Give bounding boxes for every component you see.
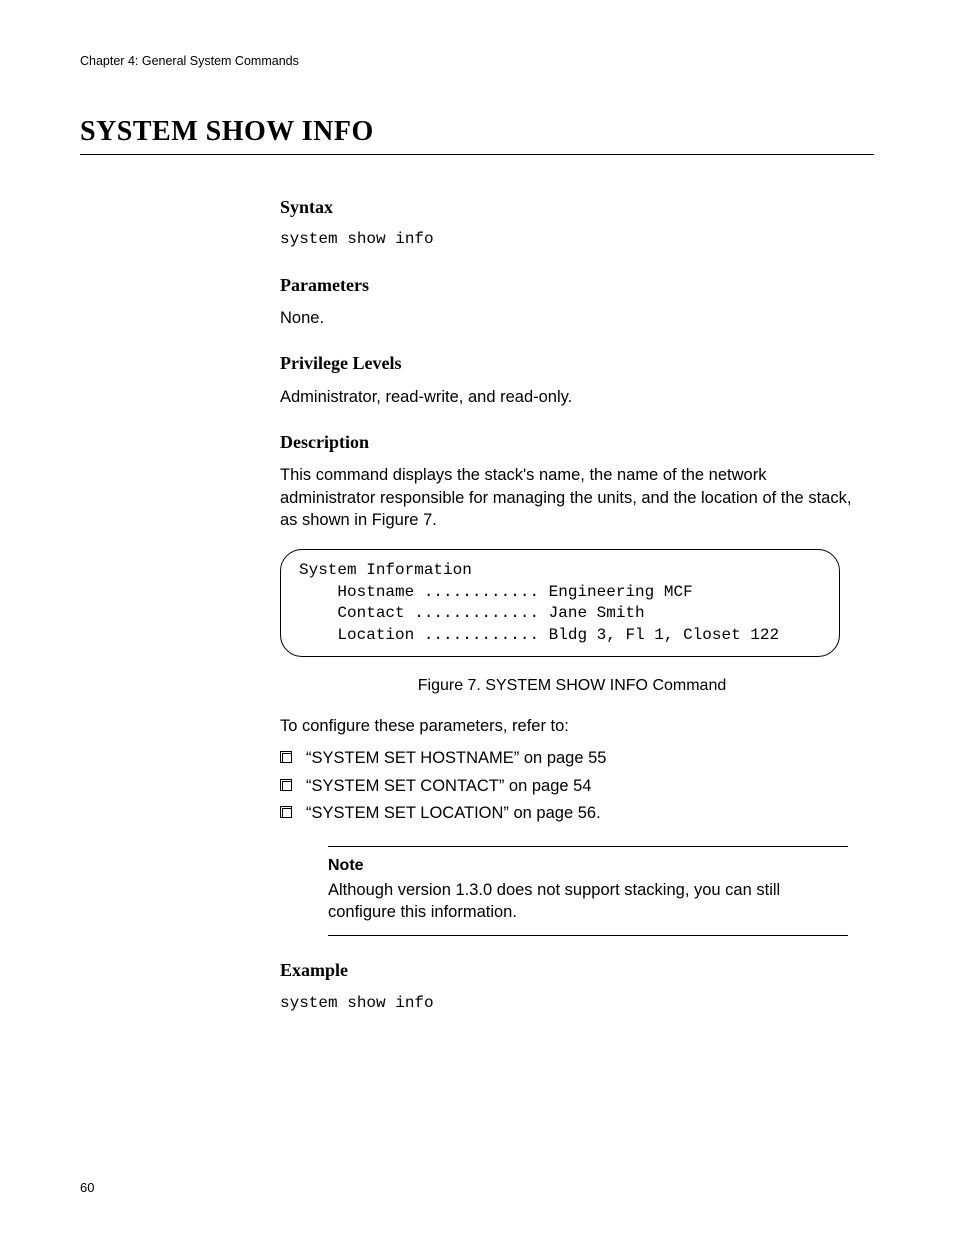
example-code: system show info <box>280 993 864 1015</box>
list-item: “SYSTEM SET CONTACT” on page 54 <box>280 775 864 797</box>
list-item-text: “SYSTEM SET CONTACT” on page 54 <box>306 775 591 797</box>
content-column: Syntax system show info Parameters None.… <box>280 195 864 1014</box>
note-text: Although version 1.3.0 does not support … <box>328 879 848 924</box>
figure-box: System Information Hostname ............… <box>280 549 840 657</box>
running-head: Chapter 4: General System Commands <box>80 54 874 68</box>
list-item: “SYSTEM SET HOSTNAME” on page 55 <box>280 747 864 769</box>
figure-line-1: Hostname ............ Engineering MCF <box>299 582 821 604</box>
box-bullet-icon <box>280 751 292 763</box>
list-item: “SYSTEM SET LOCATION” on page 56. <box>280 802 864 824</box>
figure-line-2: Contact ............. Jane Smith <box>299 603 821 625</box>
refer-lead: To configure these parameters, refer to: <box>280 715 864 737</box>
figure-line-3: Location ............ Bldg 3, Fl 1, Clos… <box>299 625 821 647</box>
box-bullet-icon <box>280 779 292 791</box>
heading-syntax: Syntax <box>280 195 864 219</box>
heading-parameters: Parameters <box>280 273 864 297</box>
figure-wrap: System Information Hostname ............… <box>280 549 864 697</box>
list-item-text: “SYSTEM SET HOSTNAME” on page 55 <box>306 747 606 769</box>
page-title: SYSTEM SHOW INFO <box>80 116 874 148</box>
privilege-text: Administrator, read-write, and read-only… <box>280 386 864 408</box>
syntax-code: system show info <box>280 229 864 251</box>
page: Chapter 4: General System Commands SYSTE… <box>0 0 954 1235</box>
box-bullet-icon <box>280 806 292 818</box>
page-number: 60 <box>80 1180 94 1195</box>
note-block: Note Although version 1.3.0 does not sup… <box>328 846 848 936</box>
heading-example: Example <box>280 958 864 982</box>
list-item-text: “SYSTEM SET LOCATION” on page 56. <box>306 802 601 824</box>
bullet-list: “SYSTEM SET HOSTNAME” on page 55 “SYSTEM… <box>280 747 864 824</box>
figure-caption: Figure 7. SYSTEM SHOW INFO Command <box>280 675 864 697</box>
heading-description: Description <box>280 430 864 454</box>
parameters-text: None. <box>280 307 864 329</box>
note-label: Note <box>328 855 848 877</box>
description-text: This command displays the stack's name, … <box>280 464 864 531</box>
title-block: SYSTEM SHOW INFO <box>80 116 874 155</box>
figure-line-0: System Information <box>299 560 821 582</box>
heading-privilege: Privilege Levels <box>280 351 864 375</box>
